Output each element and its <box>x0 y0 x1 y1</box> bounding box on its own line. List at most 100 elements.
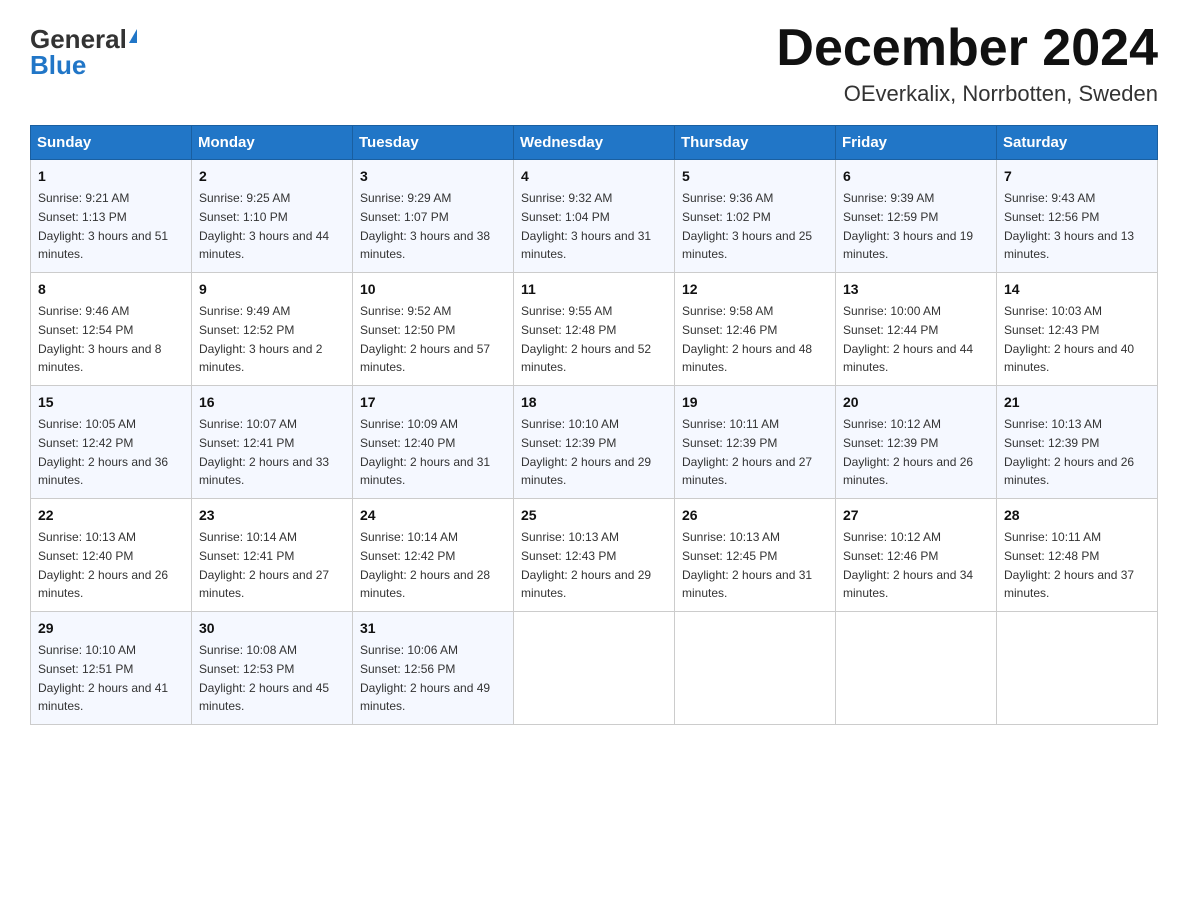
day-info: Sunrise: 9:21 AMSunset: 1:13 PMDaylight:… <box>38 191 168 261</box>
weekday-header-friday: Friday <box>836 126 997 160</box>
calendar-cell: 21 Sunrise: 10:13 AMSunset: 12:39 PMDayl… <box>997 386 1158 499</box>
day-number: 15 <box>38 392 184 413</box>
calendar-cell: 19 Sunrise: 10:11 AMSunset: 12:39 PMDayl… <box>675 386 836 499</box>
day-info: Sunrise: 10:07 AMSunset: 12:41 PMDayligh… <box>199 417 329 487</box>
calendar-cell: 29 Sunrise: 10:10 AMSunset: 12:51 PMDayl… <box>31 612 192 725</box>
day-info: Sunrise: 10:10 AMSunset: 12:51 PMDayligh… <box>38 643 168 713</box>
weekday-header-row: SundayMondayTuesdayWednesdayThursdayFrid… <box>31 126 1158 160</box>
day-info: Sunrise: 10:09 AMSunset: 12:40 PMDayligh… <box>360 417 490 487</box>
day-number: 9 <box>199 279 345 300</box>
day-number: 21 <box>1004 392 1150 413</box>
calendar-subtitle: OEverkalix, Norrbotten, Sweden <box>776 81 1158 107</box>
calendar-cell: 17 Sunrise: 10:09 AMSunset: 12:40 PMDayl… <box>353 386 514 499</box>
day-number: 14 <box>1004 279 1150 300</box>
calendar-cell <box>514 612 675 725</box>
logo: General Blue <box>30 20 137 78</box>
day-number: 10 <box>360 279 506 300</box>
calendar-cell: 6 Sunrise: 9:39 AMSunset: 12:59 PMDaylig… <box>836 160 997 273</box>
logo-arrow-icon <box>129 29 137 43</box>
day-info: Sunrise: 10:14 AMSunset: 12:42 PMDayligh… <box>360 530 490 600</box>
day-info: Sunrise: 10:14 AMSunset: 12:41 PMDayligh… <box>199 530 329 600</box>
calendar-cell: 10 Sunrise: 9:52 AMSunset: 12:50 PMDayli… <box>353 273 514 386</box>
week-row-1: 1 Sunrise: 9:21 AMSunset: 1:13 PMDayligh… <box>31 160 1158 273</box>
day-number: 31 <box>360 618 506 639</box>
day-number: 23 <box>199 505 345 526</box>
day-number: 1 <box>38 166 184 187</box>
day-info: Sunrise: 9:25 AMSunset: 1:10 PMDaylight:… <box>199 191 329 261</box>
calendar-cell: 11 Sunrise: 9:55 AMSunset: 12:48 PMDayli… <box>514 273 675 386</box>
day-number: 16 <box>199 392 345 413</box>
calendar-cell: 9 Sunrise: 9:49 AMSunset: 12:52 PMDaylig… <box>192 273 353 386</box>
day-number: 19 <box>682 392 828 413</box>
weekday-header-wednesday: Wednesday <box>514 126 675 160</box>
day-number: 5 <box>682 166 828 187</box>
day-info: Sunrise: 9:46 AMSunset: 12:54 PMDaylight… <box>38 304 161 374</box>
day-number: 27 <box>843 505 989 526</box>
calendar-table: SundayMondayTuesdayWednesdayThursdayFrid… <box>30 125 1158 725</box>
day-info: Sunrise: 10:13 AMSunset: 12:45 PMDayligh… <box>682 530 812 600</box>
day-number: 29 <box>38 618 184 639</box>
day-number: 11 <box>521 279 667 300</box>
day-number: 8 <box>38 279 184 300</box>
day-number: 25 <box>521 505 667 526</box>
day-number: 26 <box>682 505 828 526</box>
calendar-cell: 3 Sunrise: 9:29 AMSunset: 1:07 PMDayligh… <box>353 160 514 273</box>
day-info: Sunrise: 10:13 AMSunset: 12:40 PMDayligh… <box>38 530 168 600</box>
day-info: Sunrise: 9:43 AMSunset: 12:56 PMDaylight… <box>1004 191 1134 261</box>
calendar-cell <box>836 612 997 725</box>
day-info: Sunrise: 10:11 AMSunset: 12:39 PMDayligh… <box>682 417 812 487</box>
day-number: 30 <box>199 618 345 639</box>
day-info: Sunrise: 10:11 AMSunset: 12:48 PMDayligh… <box>1004 530 1134 600</box>
calendar-cell: 4 Sunrise: 9:32 AMSunset: 1:04 PMDayligh… <box>514 160 675 273</box>
day-number: 12 <box>682 279 828 300</box>
calendar-cell: 25 Sunrise: 10:13 AMSunset: 12:43 PMDayl… <box>514 499 675 612</box>
day-info: Sunrise: 10:08 AMSunset: 12:53 PMDayligh… <box>199 643 329 713</box>
calendar-cell: 12 Sunrise: 9:58 AMSunset: 12:46 PMDayli… <box>675 273 836 386</box>
calendar-cell: 27 Sunrise: 10:12 AMSunset: 12:46 PMDayl… <box>836 499 997 612</box>
calendar-cell: 1 Sunrise: 9:21 AMSunset: 1:13 PMDayligh… <box>31 160 192 273</box>
day-info: Sunrise: 10:06 AMSunset: 12:56 PMDayligh… <box>360 643 490 713</box>
day-info: Sunrise: 10:03 AMSunset: 12:43 PMDayligh… <box>1004 304 1134 374</box>
logo-general-text: General <box>30 26 127 52</box>
day-number: 4 <box>521 166 667 187</box>
day-info: Sunrise: 9:39 AMSunset: 12:59 PMDaylight… <box>843 191 973 261</box>
week-row-2: 8 Sunrise: 9:46 AMSunset: 12:54 PMDaylig… <box>31 273 1158 386</box>
week-row-5: 29 Sunrise: 10:10 AMSunset: 12:51 PMDayl… <box>31 612 1158 725</box>
weekday-header-sunday: Sunday <box>31 126 192 160</box>
day-info: Sunrise: 10:05 AMSunset: 12:42 PMDayligh… <box>38 417 168 487</box>
page-header: General Blue December 2024 OEverkalix, N… <box>30 20 1158 107</box>
logo-blue-text: Blue <box>30 52 86 78</box>
day-info: Sunrise: 9:58 AMSunset: 12:46 PMDaylight… <box>682 304 812 374</box>
calendar-cell: 7 Sunrise: 9:43 AMSunset: 12:56 PMDaylig… <box>997 160 1158 273</box>
day-info: Sunrise: 10:13 AMSunset: 12:43 PMDayligh… <box>521 530 651 600</box>
day-info: Sunrise: 10:10 AMSunset: 12:39 PMDayligh… <box>521 417 651 487</box>
day-info: Sunrise: 10:12 AMSunset: 12:39 PMDayligh… <box>843 417 973 487</box>
calendar-cell <box>675 612 836 725</box>
title-area: December 2024 OEverkalix, Norrbotten, Sw… <box>776 20 1158 107</box>
day-info: Sunrise: 9:32 AMSunset: 1:04 PMDaylight:… <box>521 191 651 261</box>
calendar-cell: 23 Sunrise: 10:14 AMSunset: 12:41 PMDayl… <box>192 499 353 612</box>
calendar-cell: 16 Sunrise: 10:07 AMSunset: 12:41 PMDayl… <box>192 386 353 499</box>
day-number: 22 <box>38 505 184 526</box>
day-number: 18 <box>521 392 667 413</box>
weekday-header-monday: Monday <box>192 126 353 160</box>
day-number: 20 <box>843 392 989 413</box>
day-info: Sunrise: 10:00 AMSunset: 12:44 PMDayligh… <box>843 304 973 374</box>
calendar-cell: 18 Sunrise: 10:10 AMSunset: 12:39 PMDayl… <box>514 386 675 499</box>
calendar-cell: 24 Sunrise: 10:14 AMSunset: 12:42 PMDayl… <box>353 499 514 612</box>
day-number: 28 <box>1004 505 1150 526</box>
calendar-cell: 22 Sunrise: 10:13 AMSunset: 12:40 PMDayl… <box>31 499 192 612</box>
weekday-header-saturday: Saturday <box>997 126 1158 160</box>
day-number: 17 <box>360 392 506 413</box>
calendar-cell: 14 Sunrise: 10:03 AMSunset: 12:43 PMDayl… <box>997 273 1158 386</box>
day-info: Sunrise: 9:36 AMSunset: 1:02 PMDaylight:… <box>682 191 812 261</box>
calendar-cell: 8 Sunrise: 9:46 AMSunset: 12:54 PMDaylig… <box>31 273 192 386</box>
day-number: 3 <box>360 166 506 187</box>
calendar-cell: 26 Sunrise: 10:13 AMSunset: 12:45 PMDayl… <box>675 499 836 612</box>
week-row-3: 15 Sunrise: 10:05 AMSunset: 12:42 PMDayl… <box>31 386 1158 499</box>
weekday-header-thursday: Thursday <box>675 126 836 160</box>
calendar-cell: 28 Sunrise: 10:11 AMSunset: 12:48 PMDayl… <box>997 499 1158 612</box>
day-info: Sunrise: 9:29 AMSunset: 1:07 PMDaylight:… <box>360 191 490 261</box>
day-info: Sunrise: 9:52 AMSunset: 12:50 PMDaylight… <box>360 304 490 374</box>
day-info: Sunrise: 10:12 AMSunset: 12:46 PMDayligh… <box>843 530 973 600</box>
